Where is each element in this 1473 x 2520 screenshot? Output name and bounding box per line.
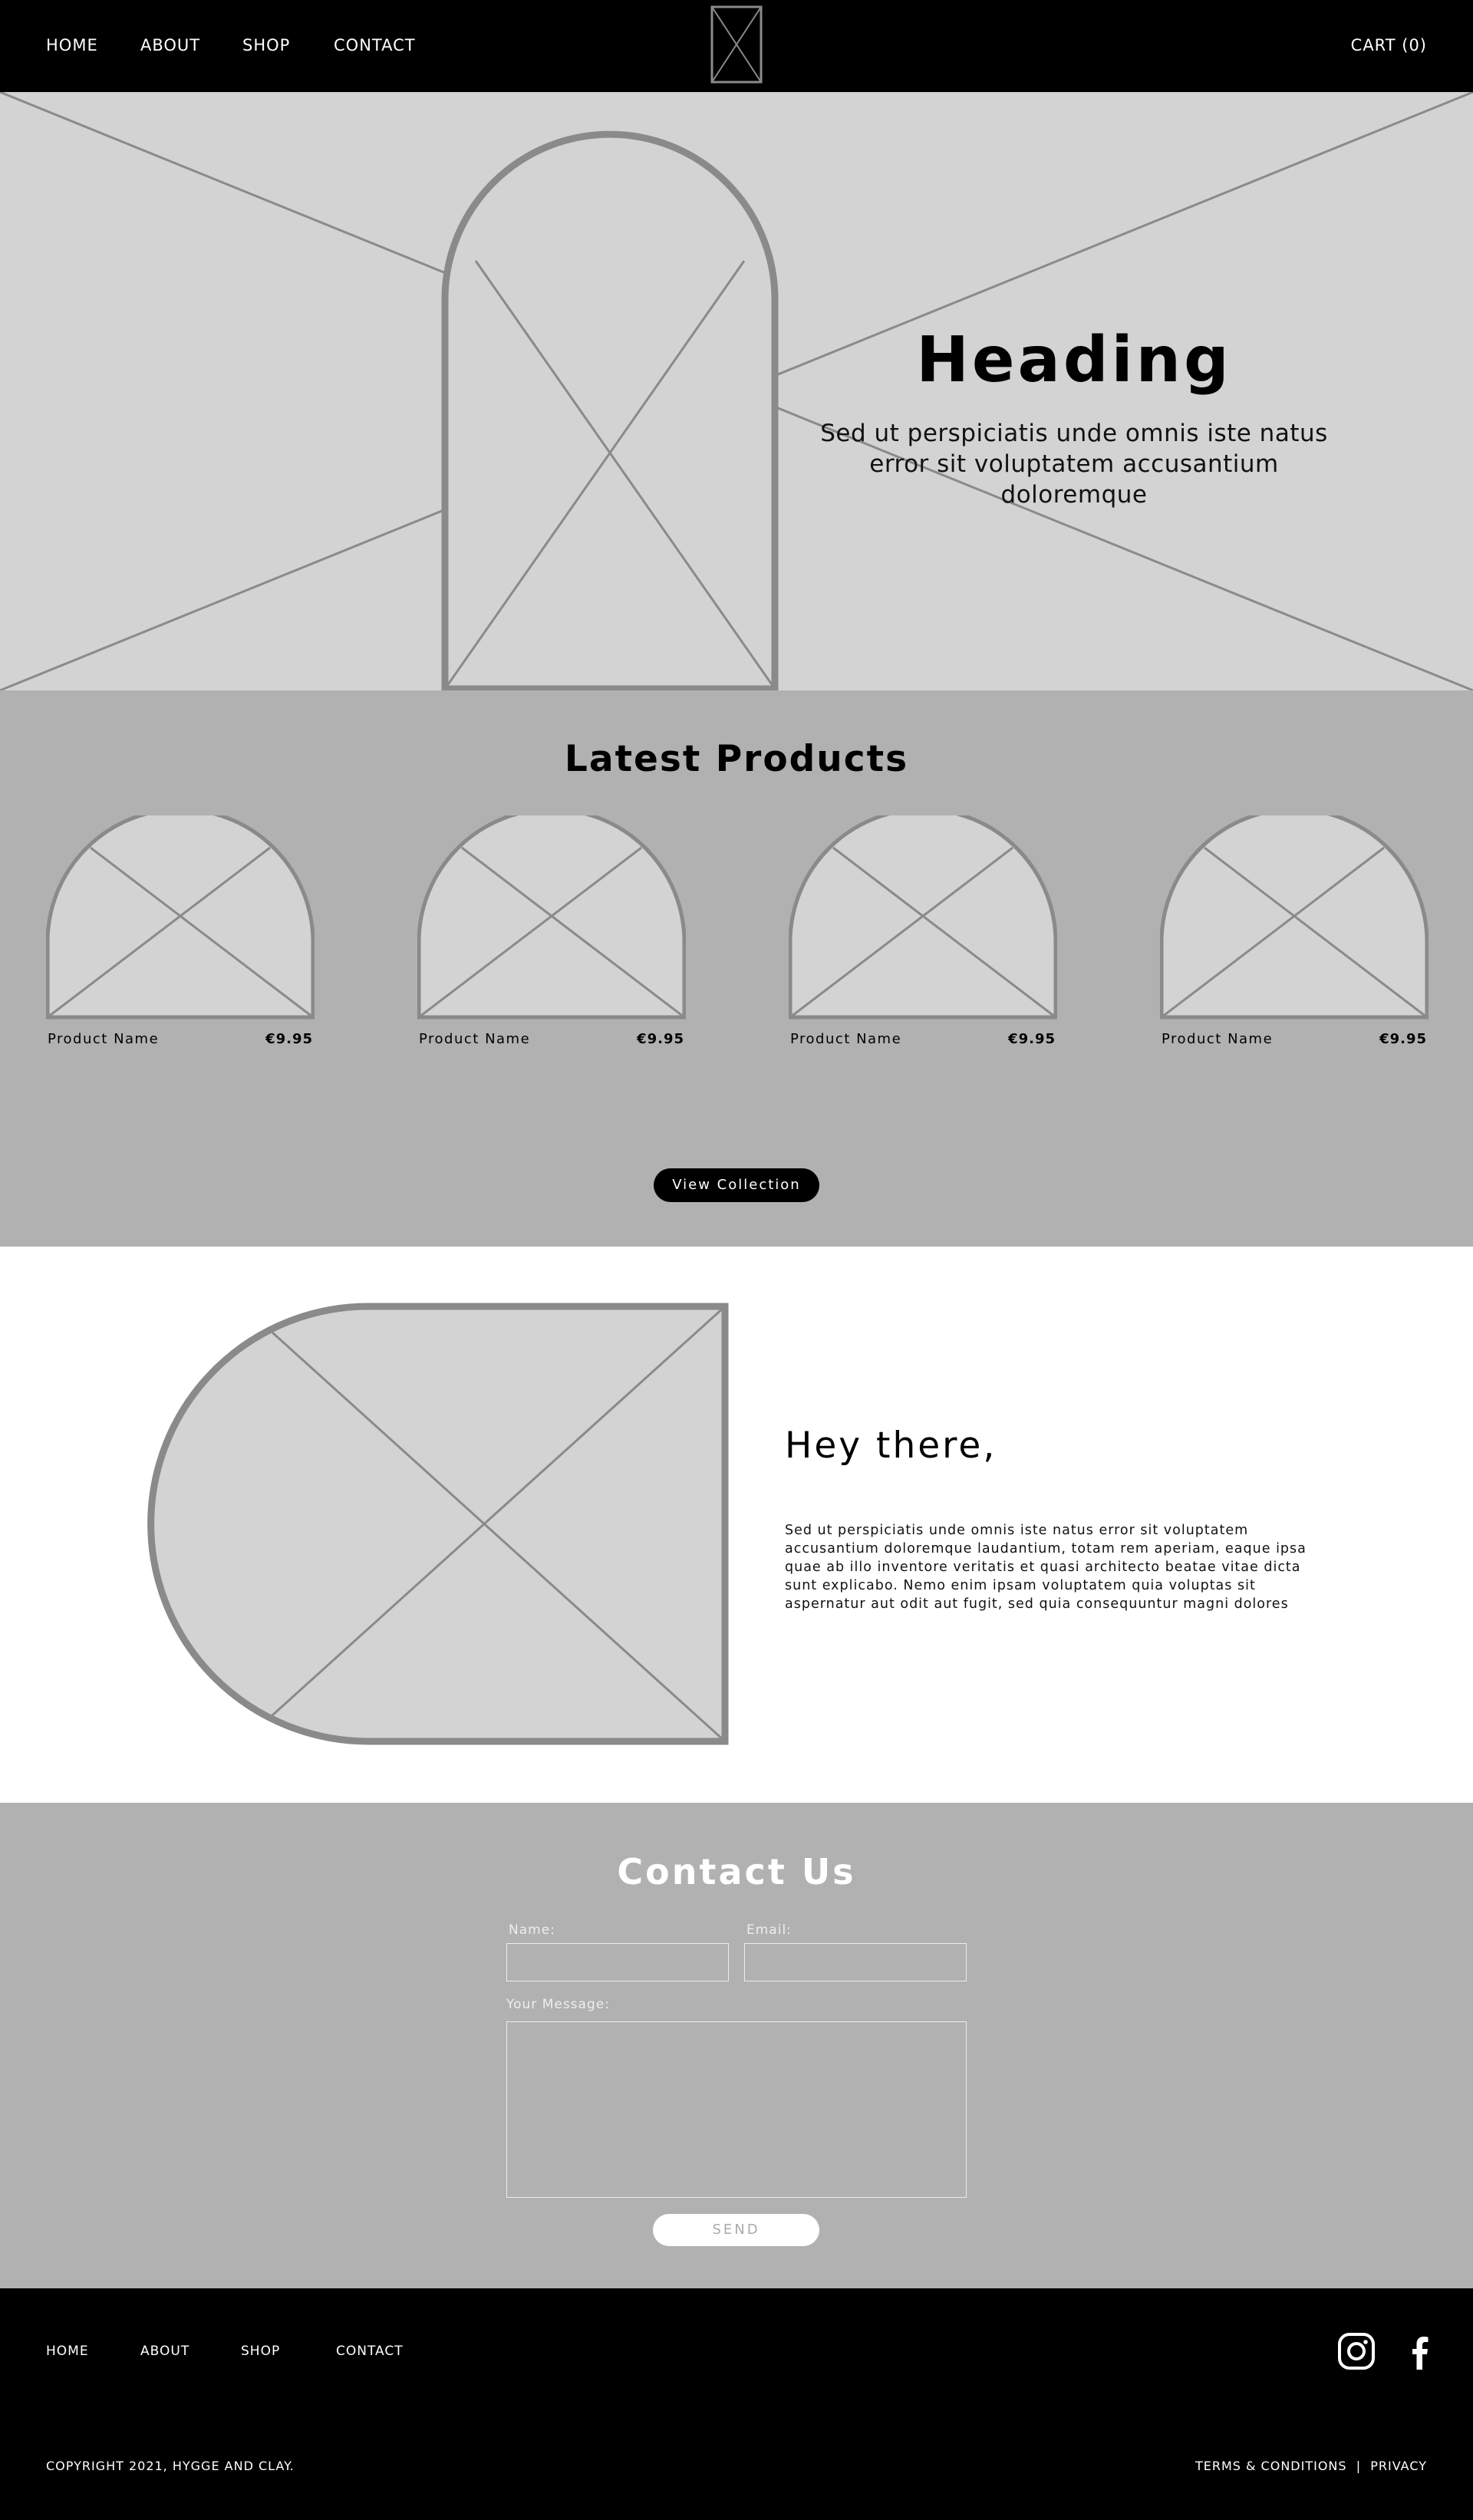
product-price: €9.95 (265, 1031, 313, 1047)
email-label: Email: (746, 1922, 792, 1938)
product-price: €9.95 (1379, 1031, 1427, 1047)
instagram-icon[interactable] (1337, 2332, 1376, 2370)
contact-title: Contact Us (617, 1851, 856, 1892)
cart-link[interactable]: CART (0) (1351, 34, 1427, 57)
about-section: Hey there, Sed ut perspiciatis unde omni… (0, 1247, 1473, 1803)
product-placeholder-image[interactable] (417, 815, 686, 1023)
site-header: HOME ABOUT SHOP CONTACT CART (0) (0, 0, 1473, 92)
about-heading: Hey there, (785, 1425, 997, 1467)
message-textarea[interactable] (506, 2021, 967, 2198)
nav-home-link[interactable]: HOME (46, 34, 98, 57)
site-footer: HOME ABOUT SHOP CONTACT COPYRIGHT 2021, … (0, 2288, 1473, 2520)
terms-link[interactable]: TERMS & CONDITIONS (1195, 2459, 1347, 2473)
send-button[interactable]: SEND (653, 2214, 819, 2246)
about-body-text: Sed ut perspiciatis unde omnis iste natu… (785, 1523, 1307, 1612)
logo-placeholder-image[interactable] (710, 5, 763, 84)
footer-contact-link[interactable]: CONTACT (336, 2342, 404, 2360)
nav-about-link[interactable]: ABOUT (140, 34, 200, 57)
product-name[interactable]: Product Name (1162, 1030, 1273, 1049)
hero-subheading: Sed ut perspiciatis unde omnis iste natu… (820, 420, 1328, 509)
view-collection-button[interactable]: View Collection (654, 1168, 819, 1202)
hero-heading: Heading (916, 324, 1232, 397)
about-placeholder-image (147, 1303, 729, 1745)
product-name[interactable]: Product Name (48, 1030, 159, 1049)
product-placeholder-image[interactable] (789, 815, 1057, 1023)
footer-about-link[interactable]: ABOUT (140, 2342, 189, 2360)
product-name[interactable]: Product Name (419, 1030, 530, 1049)
product-card[interactable]: Product Name €9.95 (46, 815, 315, 1122)
product-placeholder-image[interactable] (1160, 815, 1429, 1023)
products-title: Latest Products (564, 738, 909, 780)
name-input[interactable] (506, 1943, 729, 1981)
facebook-icon[interactable] (1401, 2332, 1439, 2370)
footer-shop-link[interactable]: SHOP (241, 2342, 280, 2360)
contact-section: Contact Us Name: Email: Your Message: SE… (0, 1803, 1473, 2288)
legal-separator: | (1356, 2459, 1362, 2473)
footer-home-link[interactable]: HOME (46, 2342, 89, 2360)
product-card[interactable]: Product Name €9.95 (789, 815, 1057, 1122)
email-input[interactable] (744, 1943, 967, 1981)
product-name[interactable]: Product Name (790, 1030, 901, 1049)
message-label: Your Message: (506, 1997, 610, 2012)
product-price: €9.95 (637, 1031, 684, 1047)
privacy-link[interactable]: PRIVACY (1370, 2459, 1427, 2473)
legal-links: TERMS & CONDITIONS | PRIVACY (1195, 2457, 1427, 2476)
nav-shop-link[interactable]: SHOP (242, 34, 290, 57)
product-placeholder-image[interactable] (46, 815, 315, 1023)
latest-products-section: Latest Products Product Name €9.95 Produ… (0, 690, 1473, 1247)
nav-contact-link[interactable]: CONTACT (334, 34, 416, 57)
name-label: Name: (509, 1922, 555, 1938)
product-card[interactable]: Product Name €9.95 (417, 815, 686, 1122)
product-price: €9.95 (1008, 1031, 1056, 1047)
copyright-text: COPYRIGHT 2021, HYGGE AND CLAY. (46, 2459, 295, 2473)
hero-section: Heading Sed ut perspiciatis unde omnis i… (0, 92, 1473, 690)
product-card[interactable]: Product Name €9.95 (1160, 815, 1429, 1122)
